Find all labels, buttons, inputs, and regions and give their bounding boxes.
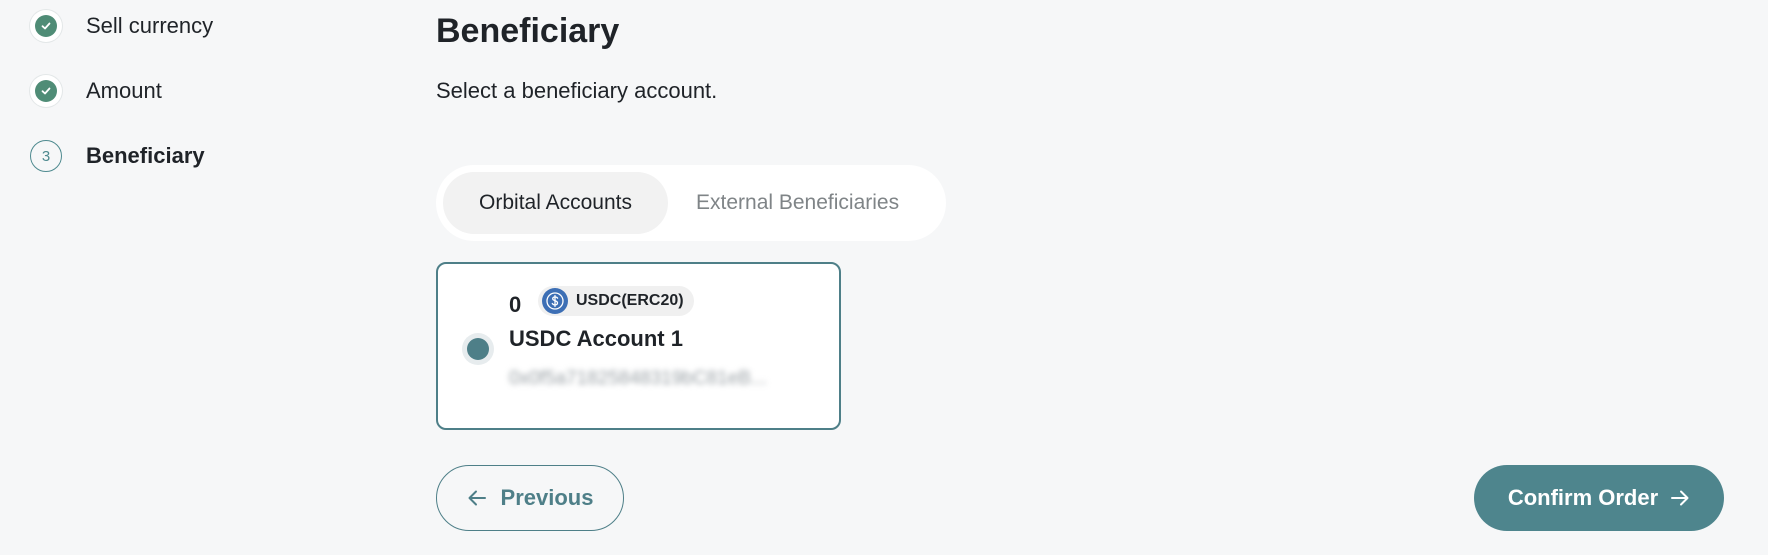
step-label: Sell currency [86, 13, 214, 38]
arrow-right-icon [1671, 490, 1689, 506]
step-status [30, 75, 62, 107]
account-balance: 0 [509, 292, 522, 317]
account-address: 0x0f5a71825848319bC81eB... [509, 368, 767, 389]
usdc-coin-icon [542, 288, 568, 314]
beneficiary-tabs: Orbital Accounts External Beneficiaries [436, 165, 946, 241]
tab-external-beneficiaries[interactable]: External Beneficiaries [668, 172, 927, 234]
confirm-order-button[interactable]: Confirm Order [1474, 465, 1724, 531]
radio-selected-dot [467, 338, 489, 360]
order-page: Sell currency Amount 3 Beneficiary Benef… [0, 0, 1768, 555]
confirm-order-label: Confirm Order [1507, 485, 1659, 510]
account-card-usdc-account-1[interactable]: 0 USDC(ERC20) USDC Account 1 0x0f5a71825… [436, 262, 841, 430]
step-amount[interactable]: Amount [30, 75, 162, 107]
check-icon [41, 22, 51, 30]
step-label: Beneficiary [86, 143, 205, 168]
step-sell-currency[interactable]: Sell currency [30, 10, 213, 42]
step-beneficiary: 3 Beneficiary [30, 140, 205, 172]
page-subtitle: Select a beneficiary account. [436, 78, 718, 103]
step-number: 3 [30, 140, 62, 172]
step-label: Amount [86, 78, 162, 103]
tab-orbital-accounts[interactable]: Orbital Accounts [443, 172, 668, 234]
currency-badge: USDC(ERC20) [538, 286, 694, 316]
account-radio[interactable] [462, 333, 494, 365]
previous-button[interactable]: Previous [436, 465, 624, 531]
currency-label: USDC(ERC20) [576, 292, 684, 309]
arrow-left-icon [468, 490, 486, 506]
account-name: USDC Account 1 [509, 326, 683, 351]
previous-label: Previous [500, 485, 594, 510]
step-status [30, 10, 62, 42]
check-icon [41, 87, 51, 95]
page-title: Beneficiary [436, 12, 620, 50]
